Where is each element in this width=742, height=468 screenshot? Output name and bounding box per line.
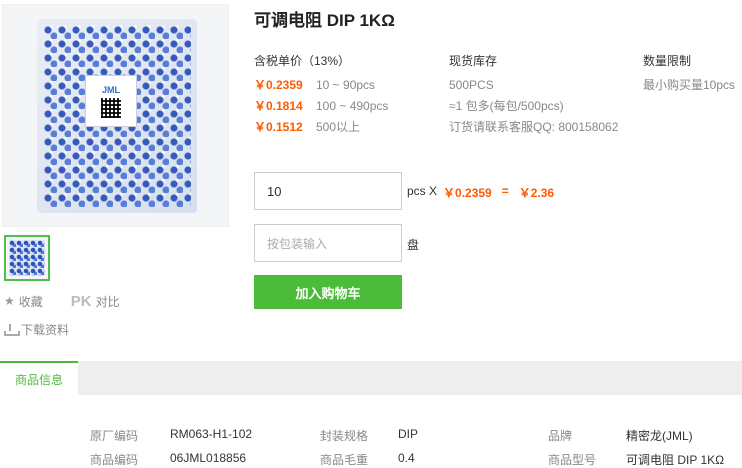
info-label: 封装规格 — [320, 429, 369, 443]
info-value: DIP — [398, 427, 419, 441]
info-label: 商品型号 — [548, 453, 597, 467]
info-label: 商品毛重 — [320, 453, 369, 467]
download-label[interactable]: 下载资料 — [21, 321, 69, 338]
stock-column: 现货库存 500PCS ≈1 包多(每包/500pcs) 订货请联系客服QQ: … — [449, 52, 618, 137]
tier-price: ￥0.1512 — [254, 120, 303, 134]
pack-quantity-input[interactable]: 按包装输入 — [254, 224, 402, 262]
limit-column: 数量限制 最小购买量10pcs — [643, 52, 735, 95]
price-column: 含税单价（13%） ￥0.2359 10 ~ 90pcs ￥0.1814 100… — [254, 52, 388, 137]
bag-label: JML — [85, 75, 137, 127]
unit-price-value: ￥0.2359 — [443, 186, 492, 200]
favorite-link[interactable]: 收藏 — [19, 293, 43, 310]
price-tier: ￥0.1814 100 ~ 490pcs — [254, 95, 388, 116]
product-main-image[interactable]: JML — [2, 4, 229, 227]
pk-icon[interactable]: PK — [71, 293, 92, 310]
product-title: 可调电阻 DIP 1KΩ — [254, 11, 395, 30]
quantity-input[interactable]: 10 — [254, 172, 402, 210]
info-value: 精密龙(JML) — [626, 429, 693, 443]
equals-sign: = — [501, 184, 509, 198]
download-icon — [4, 323, 20, 336]
limit-text: 最小购买量10pcs — [643, 78, 736, 92]
info-label: 品牌 — [548, 429, 573, 443]
stock-header: 现货库存 — [449, 54, 498, 68]
quantity-calculation: pcs X ￥0.2359 = ￥2.36 — [407, 184, 554, 201]
download-link[interactable]: 下载资料 — [4, 321, 69, 338]
tier-price: ￥0.2359 — [254, 78, 303, 92]
info-value: 0.4 — [398, 451, 415, 465]
total-price-value: ￥2.36 — [518, 186, 555, 200]
star-icon[interactable]: ★ — [4, 294, 15, 308]
compare-link[interactable]: 对比 — [96, 293, 120, 310]
qr-code-icon — [101, 97, 121, 118]
side-actions: ★ 收藏 PK 对比 — [4, 292, 120, 310]
tier-range: 100 ~ 490pcs — [316, 98, 389, 113]
price-tier: ￥0.2359 10 ~ 90pcs — [254, 74, 388, 95]
info-value: 06JML018856 — [170, 451, 247, 465]
quantity-unit-label: pcs X — [407, 184, 438, 198]
stock-line: ≈1 包多(每包/500pcs) — [449, 99, 564, 113]
tier-range: 10 ~ 90pcs — [316, 77, 376, 92]
info-label: 商品编码 — [90, 453, 139, 467]
tier-price: ￥0.1814 — [254, 99, 303, 113]
bag-brand-text: JML — [102, 84, 120, 95]
price-header: 含税单价（13%） — [254, 54, 351, 68]
tab-product-info[interactable]: 商品信息 — [0, 361, 78, 395]
product-thumbnail[interactable] — [4, 235, 50, 281]
stock-line: 订货请联系客服QQ: 800158062 — [449, 120, 619, 134]
limit-header: 数量限制 — [643, 54, 692, 68]
detail-tab-bar: 商品信息 — [0, 361, 742, 395]
tier-range: 500以上 — [316, 120, 361, 134]
info-value: 可调电阻 DIP 1KΩ — [626, 453, 725, 467]
info-value: RM063-H1-102 — [170, 427, 253, 441]
stock-line: 500PCS — [449, 77, 494, 92]
thumbnail-image — [9, 240, 45, 276]
pack-unit-label: 盘 — [407, 238, 420, 252]
add-to-cart-button[interactable]: 加入购物车 — [254, 275, 402, 309]
price-tier: ￥0.1512 500以上 — [254, 116, 388, 137]
info-label: 原厂编码 — [90, 429, 139, 443]
